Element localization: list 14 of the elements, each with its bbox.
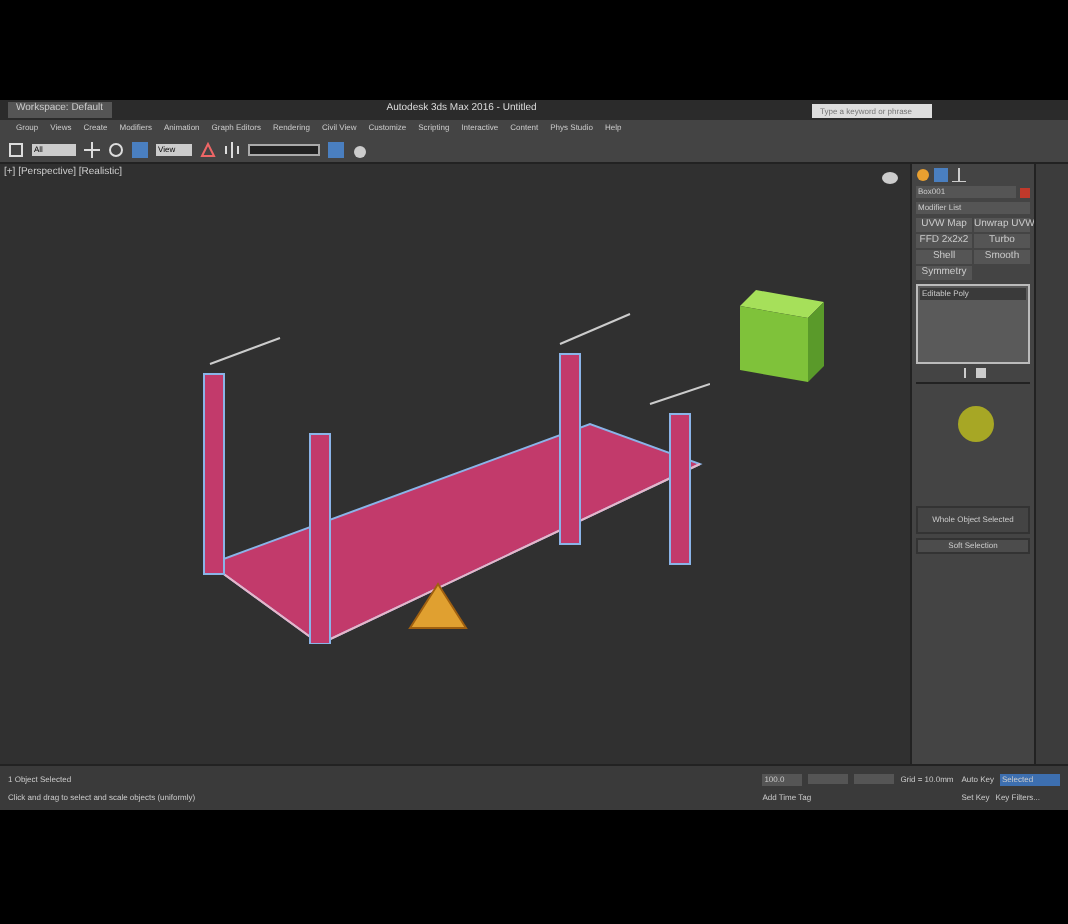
pin-icon[interactable] — [960, 368, 970, 378]
z-coordinate-field[interactable] — [854, 774, 895, 784]
select-icon[interactable] — [8, 141, 24, 157]
named-selection-field[interactable] — [248, 143, 320, 155]
rotate-icon[interactable] — [108, 141, 124, 157]
cube-drawing — [740, 290, 824, 382]
hierarchy-icon[interactable] — [952, 168, 966, 182]
snap-icon[interactable] — [200, 141, 216, 157]
move-icon[interactable] — [84, 141, 100, 157]
y-coordinate-field[interactable] — [808, 774, 849, 784]
create-icon[interactable] — [916, 168, 930, 182]
color-swatch[interactable] — [1020, 187, 1030, 197]
cursor-highlight-icon — [956, 404, 996, 444]
mirror-icon[interactable] — [224, 141, 240, 157]
